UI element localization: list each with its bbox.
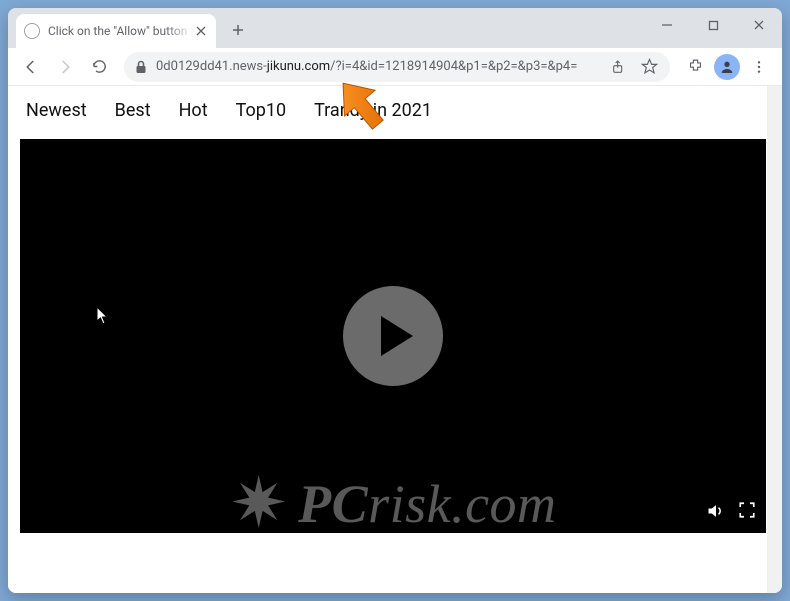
forward-button[interactable] [50, 52, 80, 82]
browser-tab[interactable]: Click on the "Allow" button to pla [16, 14, 216, 48]
nav-item-trandy[interactable]: Trandy in 2021 [314, 100, 432, 121]
category-nav: Newest Best Hot Top10 Trandy in 2021 [8, 86, 782, 131]
volume-button[interactable] [706, 501, 726, 525]
url-path: /?i=4&id=1218914904&p1=&p2=&p3=&p4= [330, 59, 577, 74]
address-bar[interactable]: 0d0129dd41.news-jikunu.com/?i=4&id=12189… [124, 52, 670, 82]
video-player[interactable]: ✷ PCrisk.com [20, 139, 766, 533]
window-controls [644, 8, 782, 42]
watermark: ✷ PCrisk.com [20, 469, 766, 539]
tab-close-button[interactable] [194, 24, 208, 38]
maximize-button[interactable] [690, 8, 736, 42]
fullscreen-button[interactable] [738, 501, 756, 525]
tab-title: Click on the "Allow" button to pla [48, 24, 194, 38]
share-icon[interactable] [608, 56, 630, 78]
nav-item-best[interactable]: Best [115, 100, 151, 121]
video-player-area: ✷ PCrisk.com [20, 139, 770, 533]
player-controls [706, 501, 756, 525]
profile-avatar[interactable] [714, 54, 740, 80]
url-prefix: 0d0129dd41.news- [156, 59, 267, 74]
lock-icon [134, 60, 148, 74]
page-content: Newest Best Hot Top10 Trandy in 2021 [8, 86, 782, 593]
new-tab-button[interactable] [224, 16, 252, 44]
menu-button[interactable] [744, 52, 774, 82]
favicon-icon [24, 23, 40, 39]
browser-window: Click on the "Allow" button to pla [8, 8, 782, 593]
play-icon [381, 316, 413, 356]
url-domain: jikunu.com [267, 59, 330, 74]
watermark-text: PCrisk.com [298, 473, 556, 535]
minimize-button[interactable] [644, 8, 690, 42]
nav-item-top10[interactable]: Top10 [236, 100, 286, 121]
nav-item-hot[interactable]: Hot [179, 100, 208, 121]
gear-icon: ✷ [229, 469, 288, 539]
titlebar: Click on the "Allow" button to pla [8, 8, 782, 48]
extensions-button[interactable] [680, 52, 710, 82]
window-close-button[interactable] [736, 8, 782, 42]
reload-button[interactable] [84, 52, 114, 82]
play-button[interactable] [343, 286, 443, 386]
nav-item-newest[interactable]: Newest [26, 100, 87, 121]
browser-toolbar: 0d0129dd41.news-jikunu.com/?i=4&id=12189… [8, 48, 782, 86]
back-button[interactable] [16, 52, 46, 82]
url-text: 0d0129dd41.news-jikunu.com/?i=4&id=12189… [156, 59, 600, 74]
star-icon[interactable] [638, 56, 660, 78]
